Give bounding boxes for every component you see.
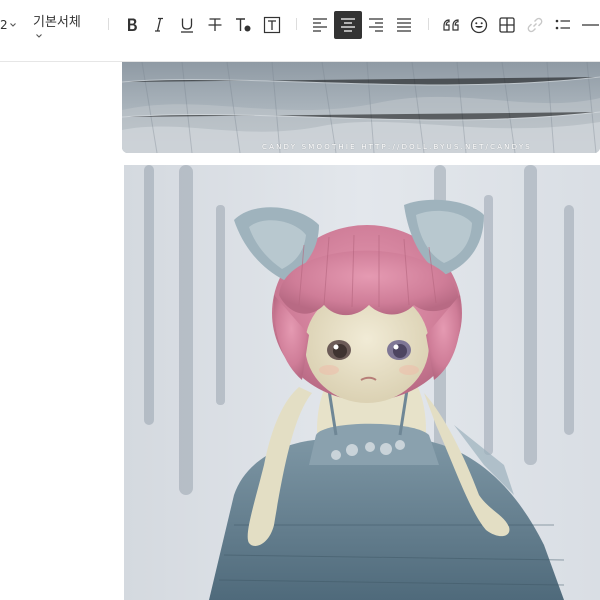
toolbar-divider <box>108 18 109 30</box>
link-icon <box>527 17 543 33</box>
doll-photo[interactable] <box>124 165 600 600</box>
align-center-icon <box>341 18 355 32</box>
align-justify-button[interactable] <box>390 11 418 39</box>
font-family-select[interactable]: 기본서체 <box>33 12 93 46</box>
quote-icon <box>443 19 459 31</box>
strikethrough-icon <box>208 18 222 31</box>
emoticon-button[interactable] <box>465 11 493 39</box>
emoticon-icon <box>470 16 488 34</box>
font-family-label: 기본서체 <box>33 15 81 30</box>
bold-button[interactable] <box>118 11 146 39</box>
doll-photo-image <box>124 165 600 600</box>
link-button[interactable] <box>521 11 549 39</box>
align-left-button[interactable] <box>306 11 334 39</box>
chevron-down-icon <box>36 34 42 38</box>
text-background-button[interactable] <box>258 11 286 39</box>
photo-watermark: CANDY SMOOTHIE HTTP://DOLL.BYUS.NET/CAND… <box>262 143 532 151</box>
align-justify-icon <box>397 18 411 32</box>
underline-button[interactable] <box>173 11 201 39</box>
bold-icon <box>128 18 137 31</box>
quote-button[interactable] <box>437 11 465 39</box>
editor-content-area[interactable]: CANDY SMOOTHIE HTTP://DOLL.BYUS.NET/CAND… <box>0 62 600 600</box>
font-size-select[interactable]: 2 <box>0 14 22 36</box>
fabric-photo-image <box>122 62 600 153</box>
align-right-icon <box>369 18 383 32</box>
text-color-icon <box>236 18 251 32</box>
underline-icon <box>181 18 193 33</box>
align-right-button[interactable] <box>362 11 390 39</box>
toolbar-divider <box>296 18 297 30</box>
align-left-icon <box>313 18 327 32</box>
chevron-down-icon <box>10 23 17 27</box>
editor-toolbar: 2 기본서체 <box>0 0 600 62</box>
bullet-list-button[interactable] <box>549 11 577 39</box>
italic-icon <box>155 17 163 32</box>
text-background-icon <box>263 16 281 34</box>
align-center-button[interactable] <box>334 11 362 39</box>
editor-page: 2 기본서체 CANDY SMOOTHIE HTTP://DOLL.BYUS.N… <box>0 0 600 600</box>
bullet-list-icon <box>555 19 570 30</box>
doll-fabric-photo[interactable]: CANDY SMOOTHIE HTTP://DOLL.BYUS.NET/CAND… <box>122 62 600 153</box>
table-icon <box>499 17 515 33</box>
italic-button[interactable] <box>145 11 173 39</box>
toolbar-divider <box>428 18 429 30</box>
strikethrough-button[interactable] <box>201 11 229 39</box>
table-button[interactable] <box>493 11 521 39</box>
font-size-value: 2 <box>0 18 8 32</box>
horizontal-line-icon <box>582 24 599 26</box>
text-color-button[interactable] <box>229 11 257 39</box>
horizontal-line-button[interactable] <box>578 11 600 39</box>
